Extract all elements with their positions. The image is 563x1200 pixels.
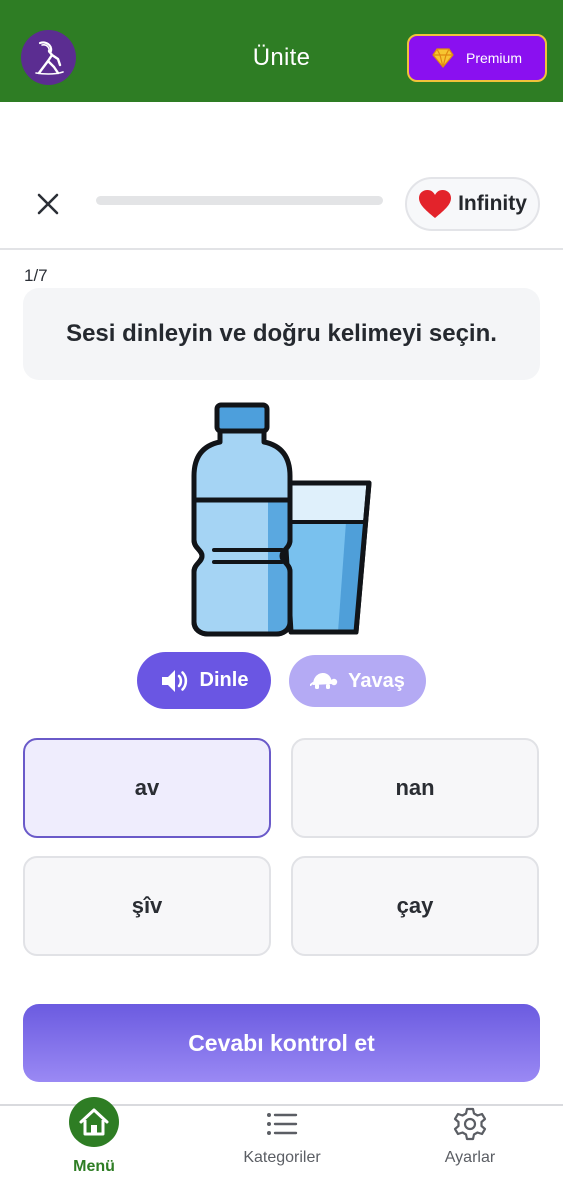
header-divider	[0, 248, 563, 250]
gear-icon	[453, 1107, 487, 1141]
nav-label-settings: Ayarlar	[444, 1149, 496, 1166]
question-prompt: Sesi dinleyin ve doğru kelimeyi seçin.	[23, 288, 540, 380]
lesson-progress-bar	[96, 196, 383, 205]
nav-label-menu: Menü	[73, 1158, 115, 1175]
home-icon	[79, 1108, 109, 1136]
premium-label: Premium	[465, 50, 522, 66]
audio-controls: Dinle Yavaş	[0, 652, 563, 709]
nav-item-menu[interactable]: Menü	[24, 1097, 164, 1200]
lives-label: Infinity	[458, 192, 527, 215]
app-logo[interactable]	[21, 30, 76, 85]
goat-logo-icon	[34, 40, 64, 75]
answer-option[interactable]: çay	[291, 856, 539, 956]
close-icon	[37, 193, 59, 215]
app-header: Ünite Premium	[0, 0, 563, 102]
nav-item-categories[interactable]: Kategoriler	[212, 1106, 352, 1200]
list-icon	[267, 1113, 298, 1135]
diamond-icon	[432, 48, 454, 68]
slow-listen-button[interactable]: Yavaş	[289, 655, 426, 707]
heart-icon	[419, 190, 452, 218]
nav-icon-wrap	[264, 1106, 300, 1142]
question-counter: 1/7	[24, 266, 48, 285]
answer-option[interactable]: şîv	[23, 856, 271, 956]
nav-label-categories: Kategoriler	[243, 1149, 321, 1166]
speaker-icon	[161, 669, 187, 692]
bottom-navigation: Menü Kategoriler Ayarlar	[0, 1097, 563, 1200]
answer-option[interactable]: nan	[291, 738, 539, 838]
home-button-circle	[69, 1097, 119, 1147]
listen-label: Dinle	[199, 669, 249, 691]
water-bottle-and-glass-icon	[191, 402, 372, 637]
premium-button[interactable]: Premium	[407, 34, 547, 82]
turtle-icon	[310, 673, 338, 689]
answer-option[interactable]: av	[23, 738, 271, 838]
nav-item-settings[interactable]: Ayarlar	[400, 1106, 540, 1200]
close-lesson-button[interactable]	[30, 186, 66, 222]
listen-button[interactable]: Dinle	[137, 652, 271, 709]
lives-badge[interactable]: Infinity	[405, 177, 540, 231]
check-answer-button[interactable]: Cevabı kontrol et	[23, 1004, 540, 1082]
slow-label: Yavaş	[348, 669, 405, 692]
nav-icon-wrap	[452, 1106, 488, 1142]
